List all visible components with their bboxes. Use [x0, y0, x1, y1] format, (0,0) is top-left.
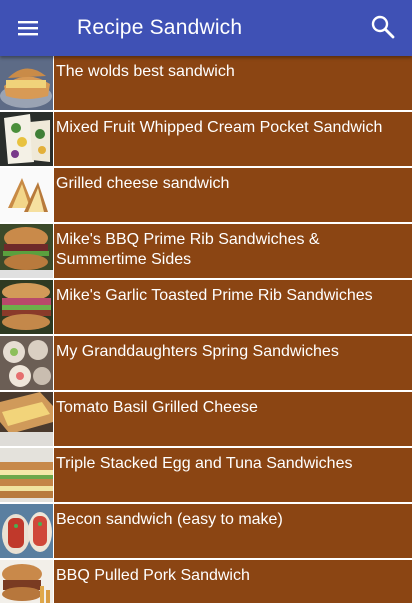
recipe-list-item[interactable]: Mike's BBQ Prime Rib Sandwiches & Summer… — [0, 224, 412, 278]
recipe-list-item[interactable]: Tomato Basil Grilled Cheese — [0, 392, 412, 446]
recipe-title: Becon sandwich (easy to make) — [56, 511, 283, 528]
recipe-title: Mike's BBQ Prime Rib Sandwiches & Summer… — [56, 231, 320, 268]
recipe-list-item[interactable]: Triple Stacked Egg and Tuna Sandwiches — [0, 448, 412, 502]
app-title: Recipe Sandwich — [77, 16, 243, 39]
recipe-list: The wolds best sandwich Mixed Fruit Whip… — [0, 56, 412, 603]
recipe-thumbnail — [0, 560, 54, 603]
recipe-list-item[interactable]: Becon sandwich (easy to make) — [0, 504, 412, 558]
recipe-thumbnail — [0, 448, 54, 502]
recipe-list-item[interactable]: The wolds best sandwich — [0, 56, 412, 110]
recipe-thumbnail — [0, 112, 54, 166]
recipe-thumbnail — [0, 168, 54, 222]
recipe-title: Grilled cheese sandwich — [56, 175, 230, 192]
recipe-title: The wolds best sandwich — [56, 63, 235, 80]
recipe-title: Mike's Garlic Toasted Prime Rib Sandwich… — [56, 287, 373, 304]
recipe-title: My Granddaughters Spring Sandwiches — [56, 343, 339, 360]
menu-icon[interactable] — [14, 14, 42, 42]
recipe-list-item[interactable]: Grilled cheese sandwich — [0, 168, 412, 222]
recipe-thumbnail — [0, 504, 54, 558]
recipe-title: BBQ Pulled Pork Sandwich — [56, 567, 250, 584]
recipe-list-item[interactable]: My Granddaughters Spring Sandwiches — [0, 336, 412, 390]
recipe-thumbnail — [0, 56, 54, 110]
search-icon[interactable] — [368, 12, 398, 42]
recipe-thumbnail — [0, 224, 54, 278]
recipe-list-item[interactable]: BBQ Pulled Pork Sandwich — [0, 560, 412, 603]
app-bar: Recipe Sandwich — [0, 0, 412, 56]
recipe-list-item[interactable]: Mike's Garlic Toasted Prime Rib Sandwich… — [0, 280, 412, 334]
recipe-list-item[interactable]: Mixed Fruit Whipped Cream Pocket Sandwic… — [0, 112, 412, 166]
recipe-thumbnail — [0, 392, 54, 446]
recipe-thumbnail — [0, 336, 54, 390]
recipe-title: Triple Stacked Egg and Tuna Sandwiches — [56, 455, 353, 472]
recipe-title: Mixed Fruit Whipped Cream Pocket Sandwic… — [56, 119, 383, 136]
recipe-title: Tomato Basil Grilled Cheese — [56, 399, 258, 416]
recipe-thumbnail — [0, 280, 54, 334]
